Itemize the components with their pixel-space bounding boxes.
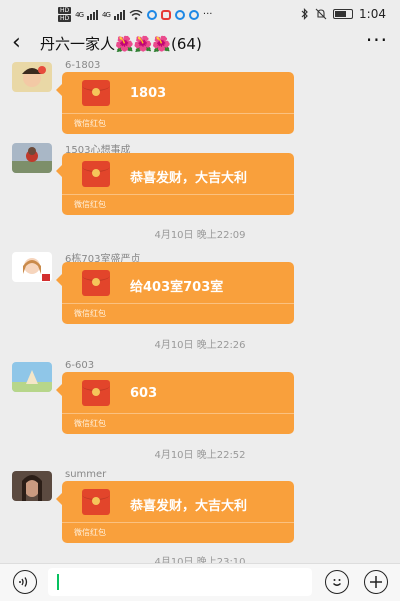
- chat-messages[interactable]: 6-1803 1803 微信红包 1503心想事成 恭喜发财，大吉大利 微信红包…: [0, 58, 400, 563]
- red-packet-text: 603: [130, 386, 158, 401]
- avatar[interactable]: [12, 143, 52, 173]
- timestamp: 4月10日 晚上23:10: [154, 557, 246, 563]
- sender-name: summer: [65, 469, 107, 480]
- status-left: HD HD 4G 4G ···: [58, 7, 212, 22]
- back-icon[interactable]: ‹: [12, 31, 21, 55]
- avatar[interactable]: [12, 362, 52, 392]
- signal-icon: [87, 9, 99, 20]
- red-packet[interactable]: 603 微信红包: [56, 372, 294, 434]
- chat-header: ‹ 丹六一家人🌺🌺🌺(64) ···: [0, 30, 400, 58]
- timestamp: 4月10日 晚上22:26: [154, 340, 246, 351]
- red-packet[interactable]: 恭喜发财，大吉大利 微信红包: [56, 153, 294, 215]
- status-bar: HD HD 4G 4G ··· 1:04: [0, 0, 400, 30]
- red-packet[interactable]: 恭喜发财，大吉大利 微信红包: [56, 481, 294, 543]
- more-notifications-icon: ···: [202, 9, 213, 20]
- red-packet-label: 微信红包: [74, 200, 106, 209]
- avatar[interactable]: [12, 252, 52, 282]
- red-envelope-icon: [82, 80, 110, 106]
- app-notification-icon: [160, 9, 171, 20]
- red-packet-text: 恭喜发财，大吉大利: [130, 499, 248, 514]
- red-packet-text: 1803: [130, 86, 167, 101]
- voice-icon[interactable]: [13, 570, 37, 594]
- red-packet-text: 恭喜发财，大吉大利: [130, 171, 248, 186]
- app-notification-icon: [146, 9, 157, 20]
- chat-title: 丹六一家人🌺🌺🌺(64): [40, 35, 202, 53]
- network-label: 4G: [75, 10, 84, 19]
- red-packet-text: 给403室703室: [130, 280, 224, 295]
- input-bar: [0, 563, 400, 601]
- mute-icon: [315, 8, 327, 20]
- red-packet-label: 微信红包: [74, 528, 106, 537]
- battery-icon: [333, 9, 354, 19]
- timestamp: 4月10日 晚上22:09: [154, 230, 246, 241]
- emoji-icon[interactable]: [325, 570, 349, 594]
- red-packet-footer: 微信红包: [62, 413, 294, 434]
- red-packet-footer: 微信红包: [62, 522, 294, 543]
- red-packet-footer: 微信红包: [62, 113, 294, 134]
- sender-name: 6-1803: [65, 60, 101, 71]
- message-input[interactable]: [48, 568, 312, 596]
- red-packet[interactable]: 1803 微信红包: [56, 72, 294, 134]
- wifi-icon: [129, 9, 143, 20]
- clock: 1:04: [359, 7, 386, 21]
- app-notification-icon: [174, 9, 185, 20]
- avatar[interactable]: [12, 62, 52, 92]
- status-right: 1:04: [301, 7, 386, 21]
- timestamp: 4月10日 晚上22:52: [154, 450, 246, 461]
- red-envelope-icon: [82, 270, 110, 296]
- red-packet-label: 微信红包: [74, 419, 106, 428]
- avatar[interactable]: [12, 471, 52, 501]
- red-envelope-icon: [82, 489, 110, 515]
- red-envelope-icon: [82, 161, 110, 187]
- text-caret: [57, 574, 59, 590]
- red-packet-footer: 微信红包: [62, 303, 294, 324]
- red-packet-label: 微信红包: [74, 309, 106, 318]
- sender-name: 6-603: [65, 360, 95, 371]
- red-envelope-icon: [82, 380, 110, 406]
- bluetooth-icon: [301, 8, 308, 20]
- app-notification-icon: [188, 9, 199, 20]
- hd-indicators: HD HD: [58, 7, 72, 22]
- hd-icon: HD: [58, 15, 72, 22]
- plus-icon[interactable]: [364, 570, 388, 594]
- red-packet-label: 微信红包: [74, 119, 106, 128]
- hd-icon: HD: [58, 7, 72, 14]
- red-packet[interactable]: 给403室703室 微信红包: [56, 262, 294, 324]
- network-label: 4G: [102, 10, 111, 19]
- red-packet-footer: 微信红包: [62, 194, 294, 215]
- signal-icon: [113, 9, 125, 20]
- more-options-icon[interactable]: ···: [366, 30, 388, 50]
